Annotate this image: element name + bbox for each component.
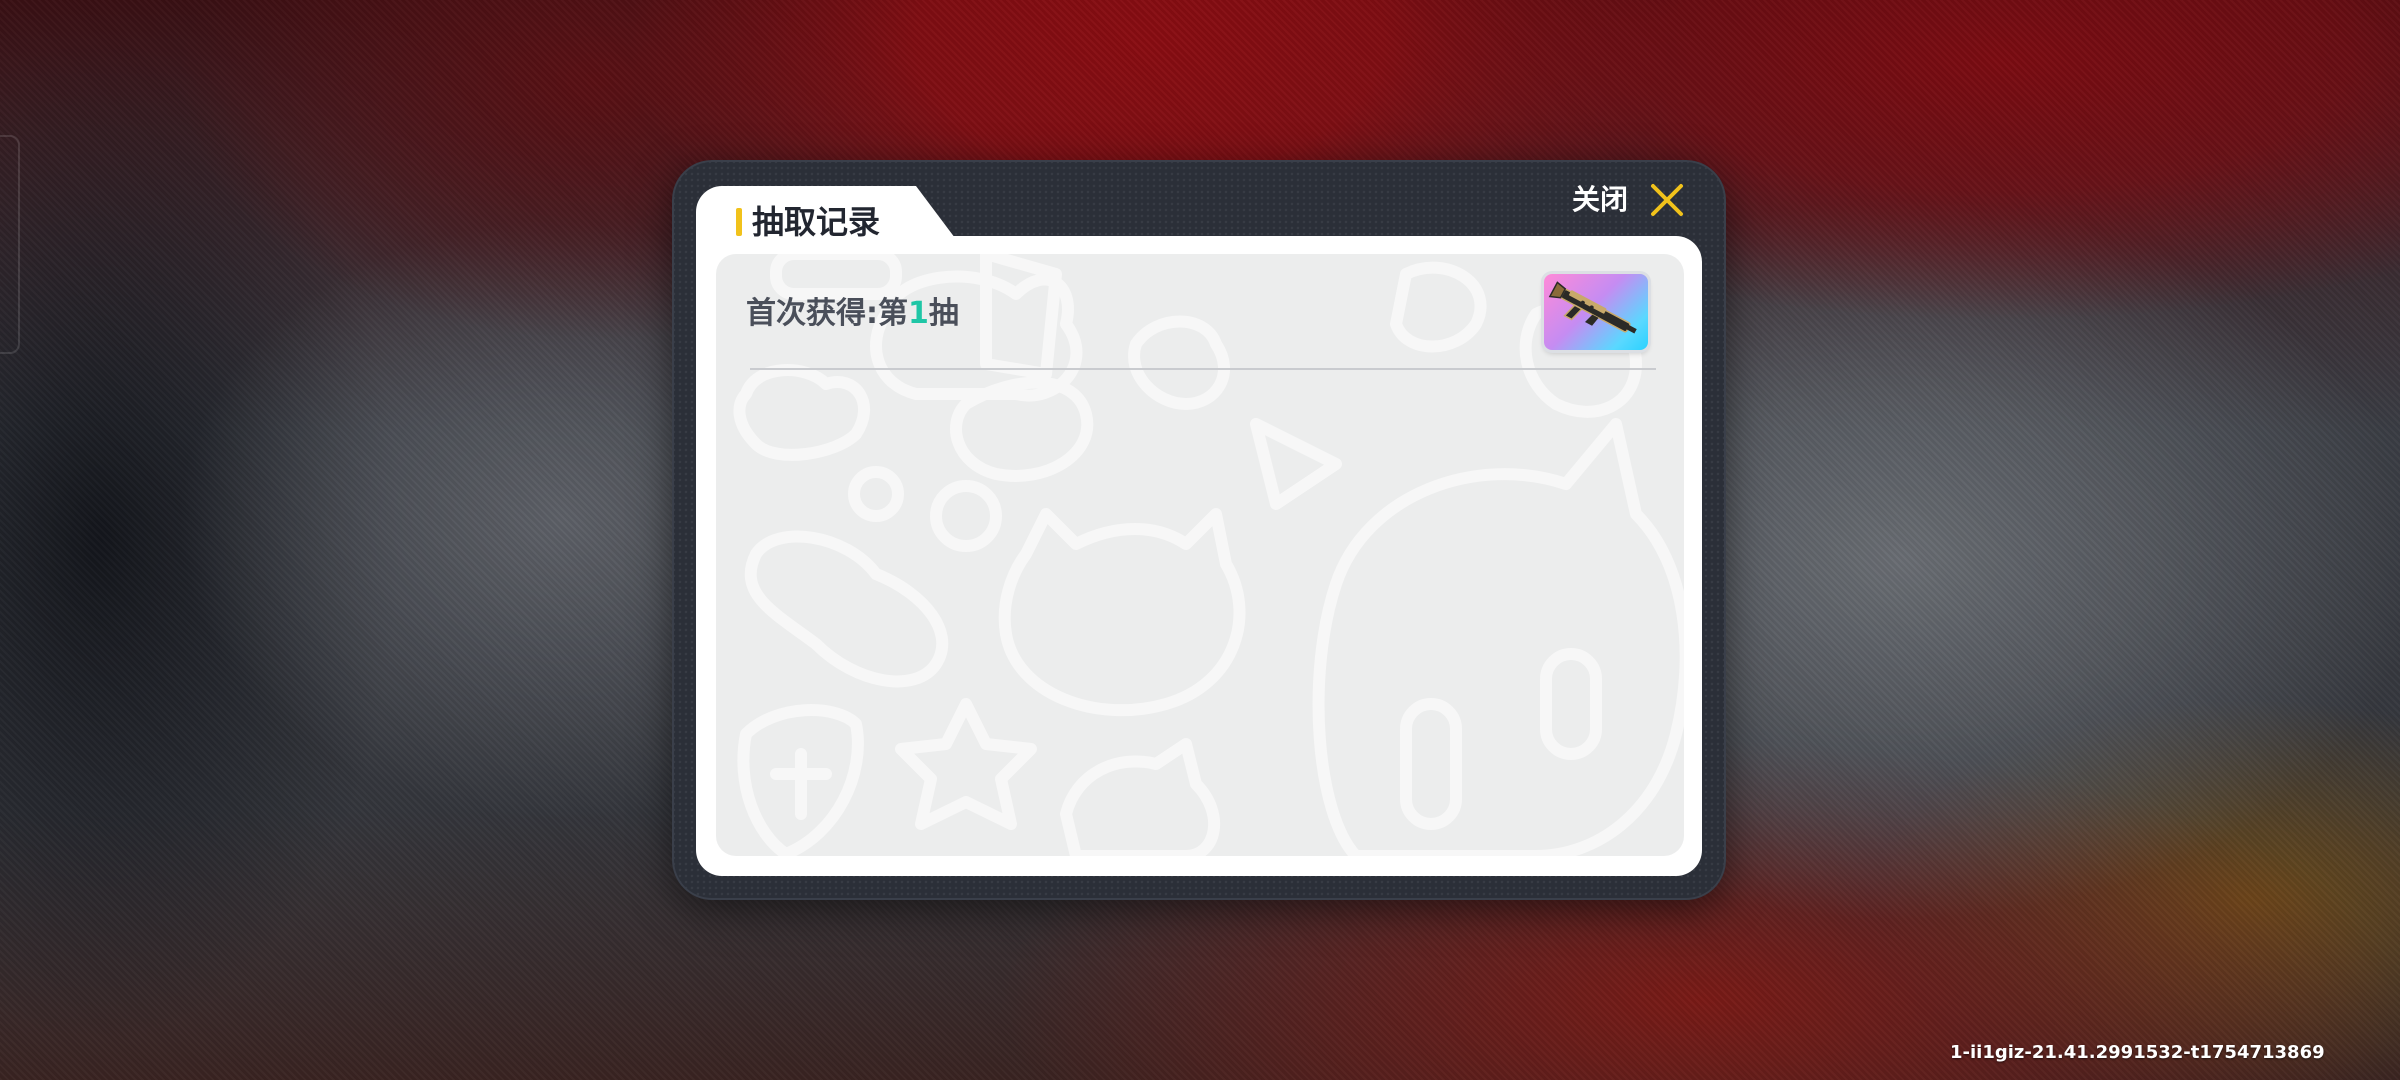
draw-number: 1 [908,296,929,331]
record-prefix: 首次获得:第 [746,296,908,331]
game-screen: 抽取记录 关闭 首次获得:第1抽 1-ii1giz-21.41.2991532-… [0,0,2400,1080]
record-divider [750,368,1656,370]
close-x-icon [1651,184,1683,216]
close-label: 关闭 [1572,183,1629,216]
close-button[interactable]: 关闭 [1572,178,1712,224]
item-reward-icon[interactable] [1544,274,1648,350]
rifle-weapon-icon [1548,281,1637,334]
record-row: 首次获得:第1抽 [716,254,1684,370]
dialog-title: 抽取记录 [752,203,881,241]
title-accent-bar [736,208,742,236]
build-id-text: 1-ii1giz-21.41.2991532-t1754713869 [1950,1042,2325,1063]
record-suffix: 抽 [928,296,959,331]
side-panel-edge [0,135,20,354]
record-list[interactable]: 首次获得:第1抽 [716,254,1684,856]
first-obtained-text: 首次获得:第1抽 [746,294,959,334]
